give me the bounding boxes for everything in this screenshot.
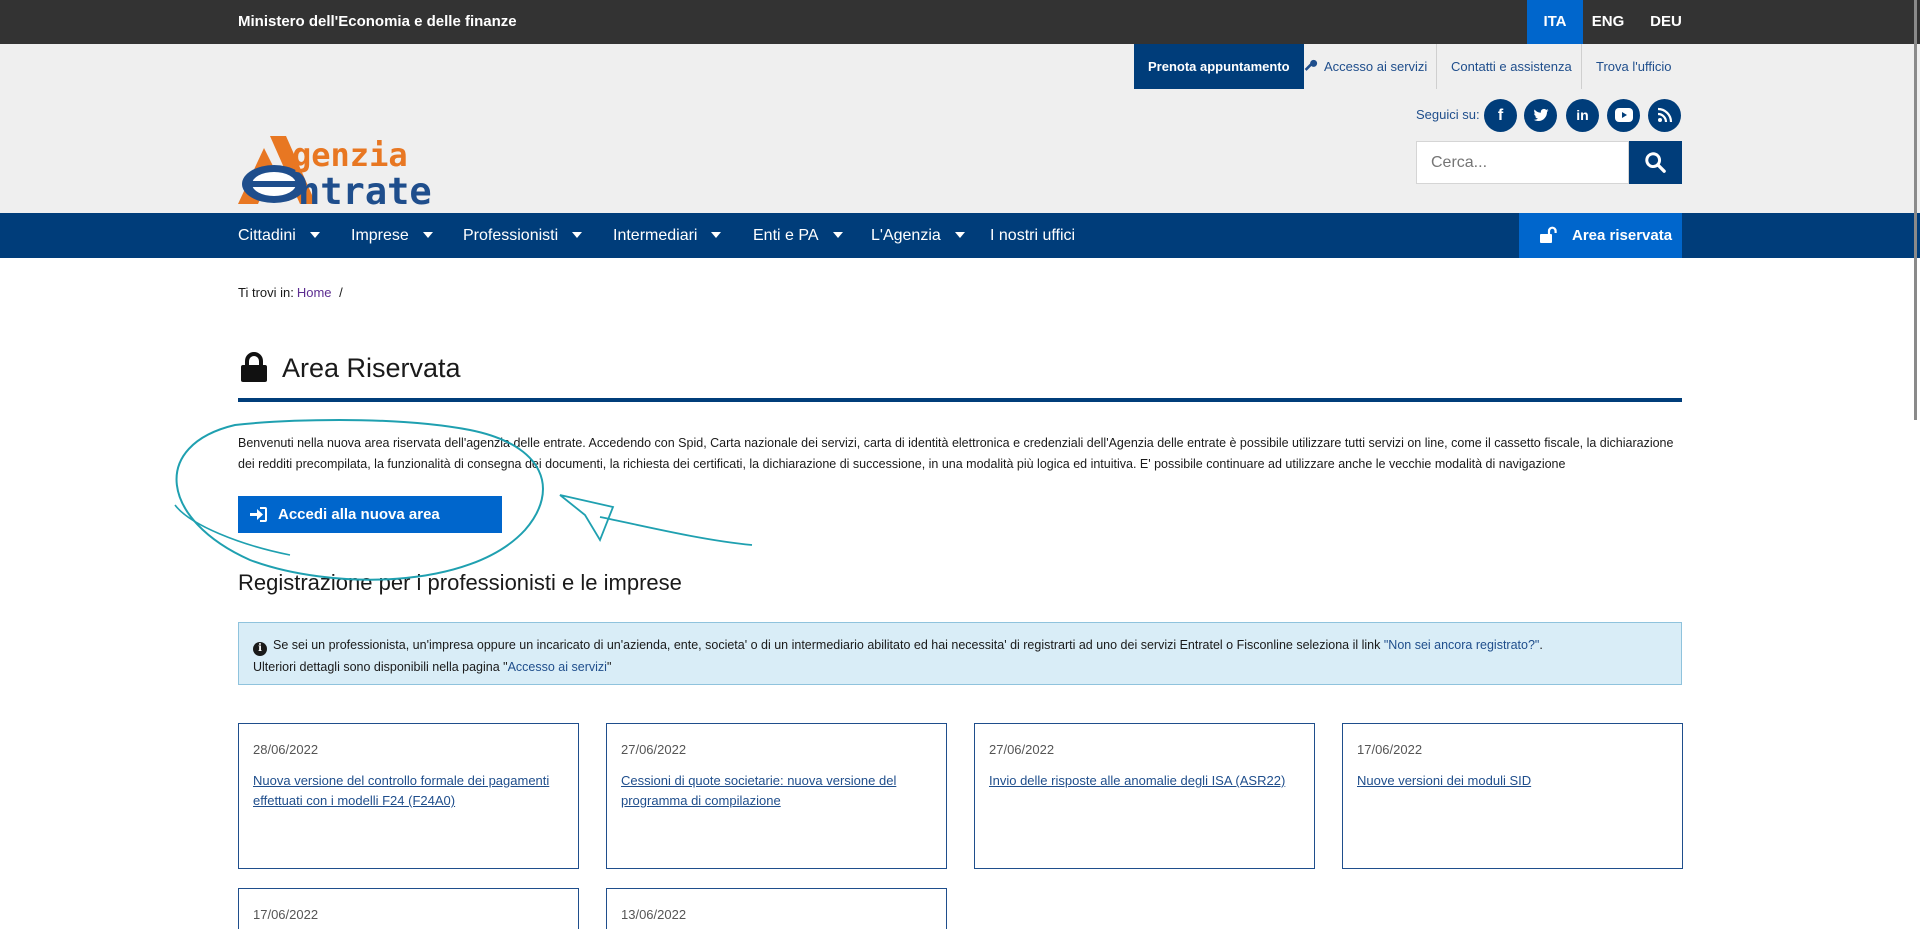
breadcrumb-separator: / [339, 285, 343, 300]
nav-enti-pa-label: Enti e PA [753, 227, 819, 244]
news-date: 17/06/2022 [1357, 742, 1423, 757]
header: Prenota appuntamento Accesso ai servizi … [0, 44, 1920, 213]
accesso-servizi-link[interactable]: Accesso ai servizi [1290, 44, 1441, 89]
news-card: 27/06/2022 Invio delle risposte alle ano… [974, 723, 1315, 869]
news-card: 13/06/2022 [606, 888, 947, 929]
nav-professionisti-label: Professionisti [463, 227, 559, 244]
page-scrollbar[interactable] [1914, 0, 1917, 420]
contatti-link[interactable]: Contatti e assistenza [1436, 44, 1586, 89]
search-input[interactable] [1416, 141, 1629, 184]
search-icon [1645, 152, 1666, 173]
news-date: 27/06/2022 [989, 742, 1055, 757]
caret-down-icon [711, 231, 722, 238]
news-link[interactable]: Nuove versioni dei moduli SID [1357, 771, 1668, 791]
info-line2-end: " [606, 660, 612, 674]
registration-info-box: i Se sei un professionista, un'impresa op… [238, 622, 1682, 685]
nav-intermediari-label: Intermediari [613, 227, 698, 244]
area-riservata-label: Area riservata [1572, 227, 1673, 244]
lang-ita[interactable]: ITA [1527, 0, 1583, 44]
nav-agenzia-label: L'Agenzia [871, 227, 941, 244]
lang-deu[interactable]: DEU [1638, 0, 1694, 44]
top-bar: Ministero dell'Economia e delle finanze … [0, 0, 1920, 44]
breadcrumb: Ti trovi in: Home / [238, 285, 343, 300]
registration-title: Registrazione per i professionisti e le … [238, 570, 682, 595]
search-button[interactable] [1629, 141, 1682, 184]
youtube-icon[interactable] [1607, 99, 1640, 132]
linkedin-icon[interactable]: in [1566, 99, 1599, 132]
info-line1-end: . [1539, 638, 1543, 652]
news-date: 27/06/2022 [621, 742, 687, 757]
accesso-servizi-inline-link[interactable]: Accesso ai servizi [508, 660, 607, 674]
title-divider [238, 398, 1682, 402]
lock-icon [241, 352, 267, 382]
news-link[interactable]: Cessioni di quote societarie: nuova vers… [621, 771, 932, 811]
news-link[interactable]: Invio delle risposte alle anomalie degli… [989, 771, 1300, 791]
caret-down-icon [309, 231, 320, 238]
accesso-servizi-label: Accesso ai servizi [1324, 59, 1428, 74]
caret-down-icon [572, 231, 583, 238]
rss-icon[interactable] [1648, 99, 1681, 132]
ministry-link[interactable]: Ministero dell'Economia e delle finanze [238, 13, 517, 30]
prenota-appuntamento-link[interactable]: Prenota appuntamento [1134, 44, 1304, 89]
nav-nostri-uffici[interactable]: I nostri uffici [990, 213, 1075, 258]
twitter-icon[interactable] [1524, 99, 1557, 132]
info-line2-text: Ulteriori dettagli sono disponibili nell… [253, 660, 508, 674]
news-card: 17/06/2022 Nuove versioni dei moduli SID [1342, 723, 1683, 869]
accedi-button-label: Accedi alla nuova area riservata [278, 506, 440, 560]
logo-text-genzia: genzia [292, 136, 408, 174]
info-line1-text: Se sei un professionista, un'impresa opp… [273, 638, 1384, 652]
news-card: 27/06/2022 Cessioni di quote societarie:… [606, 723, 947, 869]
news-card: 28/06/2022 Nuova versione del controllo … [238, 723, 579, 869]
nav-cittadini-label: Cittadini [238, 227, 296, 244]
nav-professionisti[interactable]: Professionisti [463, 213, 583, 258]
facebook-icon[interactable]: f [1484, 99, 1517, 132]
non-registrato-link[interactable]: "Non sei ancora registrato?" [1384, 638, 1539, 652]
breadcrumb-prefix: Ti trovi in: [238, 285, 294, 300]
nav-agenzia[interactable]: L'Agenzia [871, 213, 965, 258]
news-date: 17/06/2022 [253, 907, 319, 922]
caret-down-icon [832, 231, 843, 238]
page-title-text: Area Riservata [282, 353, 461, 383]
caret-down-icon [954, 231, 965, 238]
breadcrumb-home-link[interactable]: Home [297, 285, 332, 300]
accedi-area-riservata-button[interactable]: Accedi alla nuova area riservata [238, 496, 502, 560]
nav-cittadini[interactable]: Cittadini [238, 213, 320, 258]
main-nav: Cittadini Imprese Professionisti Interme… [0, 213, 1920, 258]
nav-imprese[interactable]: Imprese [351, 213, 433, 258]
trova-ufficio-link[interactable]: Trova l'ufficio [1581, 44, 1685, 89]
logo-text-ntrate: ntrate [298, 170, 432, 213]
nav-enti-pa[interactable]: Enti e PA [753, 213, 843, 258]
news-date: 28/06/2022 [253, 742, 319, 757]
area-riservata-button[interactable]: Area riservata [1519, 213, 1682, 258]
follow-label: Seguici su: [1416, 107, 1480, 122]
sign-in-icon [250, 507, 267, 522]
agenzia-entrate-logo[interactable]: genzia ntrate [236, 134, 476, 213]
nav-imprese-label: Imprese [351, 227, 409, 244]
nav-intermediari[interactable]: Intermediari [613, 213, 722, 258]
caret-down-icon [422, 231, 433, 238]
news-link[interactable]: Nuova versione del controllo formale dei… [253, 771, 564, 811]
lang-eng[interactable]: ENG [1580, 0, 1636, 44]
news-card: 17/06/2022 [238, 888, 579, 929]
news-date: 13/06/2022 [621, 907, 687, 922]
unlock-icon [1540, 226, 1557, 243]
info-icon: i [253, 642, 267, 656]
intro-paragraph: Benvenuti nella nuova area riservata del… [238, 436, 1674, 471]
key-icon [1304, 59, 1318, 71]
